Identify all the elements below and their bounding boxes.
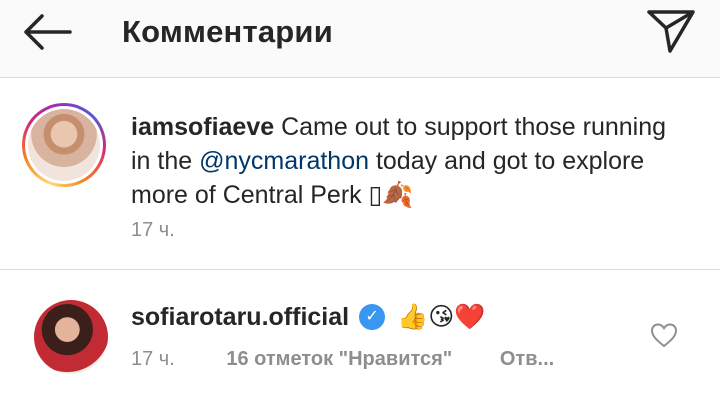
back-button[interactable] bbox=[20, 10, 76, 54]
like-comment-button[interactable] bbox=[650, 322, 678, 348]
arrow-left-icon bbox=[24, 14, 72, 50]
comment-avatar[interactable] bbox=[34, 300, 108, 374]
comment-likes-count[interactable]: 16 отметок "Нравится" bbox=[226, 346, 452, 372]
comment-emojis: 👍😘❤️ bbox=[397, 303, 486, 331]
caption-mention[interactable]: @nycmarathon bbox=[199, 147, 369, 175]
header-bar: Комментарии bbox=[0, 0, 720, 78]
caption-text: iamsofiaeve Came out to support those ru… bbox=[131, 110, 691, 212]
comment-meta: 17 ч. 16 отметок "Нравится" Отв... bbox=[131, 346, 554, 372]
comment-item: sofiarotaru.official ✓ 👍😘❤️ 17 ч. 16 отм… bbox=[0, 270, 720, 405]
caption-username[interactable]: iamsofiaeve bbox=[131, 113, 274, 141]
author-avatar[interactable] bbox=[22, 103, 106, 187]
caption-timestamp: 17 ч. bbox=[131, 219, 175, 241]
comment-body: sofiarotaru.official ✓ 👍😘❤️ bbox=[131, 300, 485, 334]
avatar-photo bbox=[28, 109, 100, 181]
post-caption: iamsofiaeve Came out to support those ru… bbox=[0, 79, 720, 269]
comment-username[interactable]: sofiarotaru.official bbox=[131, 300, 349, 334]
heart-outline-icon bbox=[650, 323, 678, 348]
missing-glyph: ▯ bbox=[368, 181, 383, 209]
leaf-emoji: 🍂 bbox=[382, 181, 414, 209]
page-title: Комментарии bbox=[122, 14, 333, 49]
reply-button[interactable]: Отв... bbox=[500, 346, 554, 372]
verified-badge-icon: ✓ bbox=[359, 304, 386, 330]
story-ring bbox=[25, 106, 103, 184]
comment-timestamp: 17 ч. bbox=[131, 348, 175, 370]
send-button[interactable] bbox=[645, 7, 697, 55]
paper-plane-icon bbox=[647, 10, 695, 53]
